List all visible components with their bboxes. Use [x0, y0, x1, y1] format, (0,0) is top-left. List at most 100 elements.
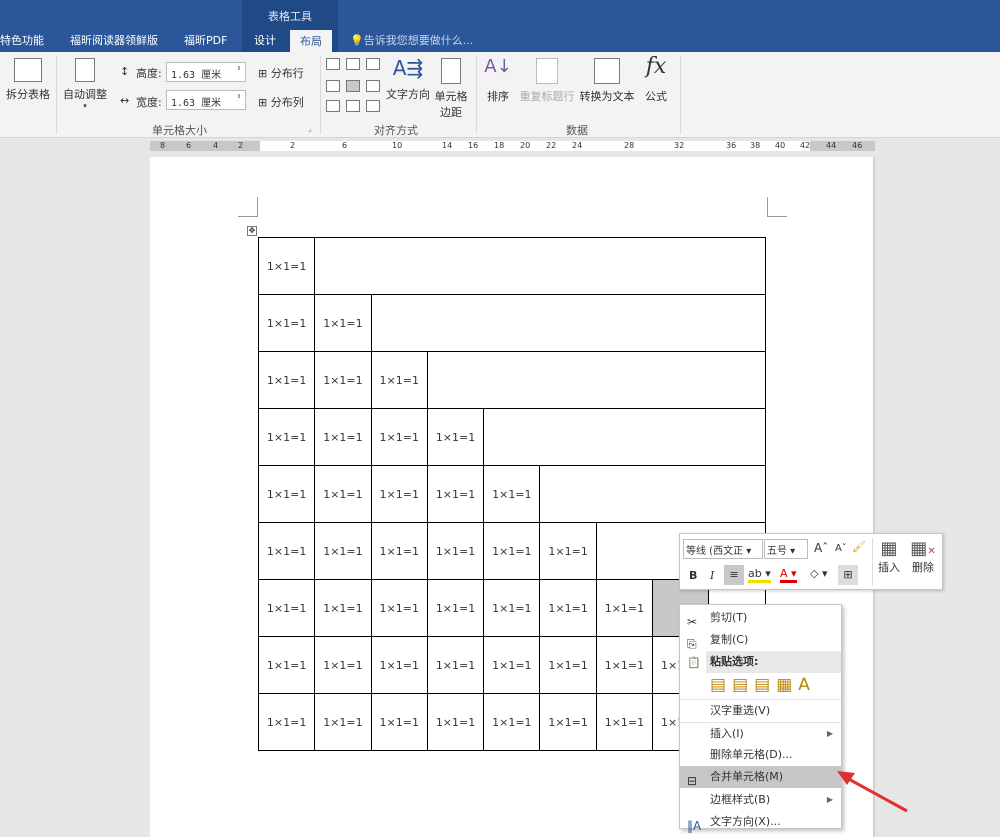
- table-cell[interactable]: 1×1=1: [370, 351, 428, 409]
- align-bottom-left[interactable]: [326, 100, 340, 112]
- height-input[interactable]: 1.63 厘米 ⇕: [166, 62, 246, 82]
- table-cell[interactable]: 1×1=1: [595, 693, 654, 751]
- table-cell[interactable]: 1×1=1: [370, 579, 428, 637]
- highlight-icon[interactable]: ab ▾: [748, 567, 771, 583]
- table-cell[interactable]: 1×1=1: [595, 579, 654, 637]
- shrink-font-icon[interactable]: Aˇ: [835, 543, 847, 554]
- table-cell[interactable]: 1×1=1: [370, 636, 428, 694]
- menu-cut[interactable]: ✂ 剪切(T): [680, 607, 841, 629]
- horizontal-ruler[interactable]: 8 6 4 2 2 6 10 14 16 18 20 22 24 28 32 36 38 40 42 44 46: [150, 141, 875, 151]
- merged-cell[interactable]: [370, 294, 766, 352]
- menu-reconvert[interactable]: 汉字重选(V): [680, 699, 841, 721]
- menu-delete-cells[interactable]: 删除单元格(D)...: [680, 744, 841, 766]
- cell-margins-button[interactable]: 单元格 边距: [432, 58, 470, 120]
- insert-button[interactable]: ▦ 插入: [874, 538, 904, 575]
- italic-button[interactable]: I: [710, 569, 714, 582]
- align-middle-left[interactable]: [326, 80, 340, 92]
- table-cell[interactable]: 1×1=1: [370, 465, 428, 523]
- merged-cell[interactable]: [314, 237, 766, 295]
- repeat-header-button[interactable]: 重复标题行: [518, 58, 576, 104]
- tab-design[interactable]: 设计: [254, 32, 276, 48]
- dialog-launcher-icon[interactable]: ⌟: [308, 124, 312, 133]
- align-middle-center[interactable]: [346, 80, 360, 92]
- delete-button[interactable]: ▦✕ 删除: [908, 538, 938, 575]
- menu-merge-cells[interactable]: ⊟ 合并单元格(M): [680, 766, 841, 788]
- table-cell[interactable]: 1×1=1: [314, 408, 372, 466]
- tab-foxit-pdf[interactable]: 福昕PDF: [184, 32, 227, 48]
- table-cell[interactable]: 1×1=1: [314, 636, 372, 694]
- table-cell[interactable]: 1×1=1: [314, 522, 372, 580]
- table-cell[interactable]: 1×1=1: [426, 408, 485, 466]
- format-painter-icon[interactable]: 🖌: [852, 540, 866, 553]
- align-top-center[interactable]: [346, 58, 360, 70]
- paste-option-buttons[interactable]: ▤▤▤▦A: [710, 675, 816, 695]
- table-cell[interactable]: 1×1=1: [314, 351, 372, 409]
- autofit-button[interactable]: 自动调整 ▾: [60, 58, 110, 110]
- table-cell[interactable]: 1×1=1: [426, 693, 485, 751]
- convert-to-text-button[interactable]: 转换为文本: [578, 58, 636, 104]
- align-top-right[interactable]: [366, 58, 380, 70]
- table-cell[interactable]: 1×1=1: [426, 636, 485, 694]
- table-cell[interactable]: 1×1=1: [257, 351, 316, 409]
- table-cell[interactable]: 1×1=1: [257, 579, 316, 637]
- table-cell[interactable]: 1×1=1: [370, 408, 428, 466]
- table-cell[interactable]: 1×1=1: [257, 522, 316, 580]
- table-cell[interactable]: 1×1=1: [314, 465, 372, 523]
- table-cell[interactable]: 1×1=1: [539, 636, 597, 694]
- tab-foxit-reader[interactable]: 福昕阅读器领鲜版: [70, 32, 158, 48]
- table-move-handle[interactable]: ✥: [247, 226, 257, 236]
- center-align-icon[interactable]: ≡: [724, 565, 744, 585]
- grow-font-icon[interactable]: Aˆ: [814, 541, 828, 555]
- table-cell[interactable]: 1×1=1: [539, 693, 597, 751]
- align-top-left[interactable]: [326, 58, 340, 70]
- table-cell[interactable]: 1×1=1: [426, 465, 485, 523]
- table-cell[interactable]: 1×1=1: [483, 579, 541, 637]
- table-cell[interactable]: 1×1=1: [370, 522, 428, 580]
- split-table-button[interactable]: 拆分表格: [4, 58, 52, 102]
- menu-insert[interactable]: 插入(I) ▶: [680, 722, 841, 744]
- merged-cell[interactable]: [426, 351, 766, 409]
- menu-text-direction[interactable]: ‖A 文字方向(X)...: [680, 811, 841, 833]
- tab-features[interactable]: 特色功能: [0, 32, 44, 48]
- table-cell[interactable]: 1×1=1: [539, 522, 597, 580]
- table-cell[interactable]: 1×1=1: [370, 693, 428, 751]
- distribute-rows-button[interactable]: ⊞ 分布行: [258, 65, 304, 81]
- font-size-select[interactable]: 五号 ▾: [764, 539, 808, 559]
- table-cell[interactable]: 1×1=1: [483, 522, 541, 580]
- table-cell[interactable]: 1×1=1: [314, 294, 372, 352]
- table-cell[interactable]: 1×1=1: [483, 693, 541, 751]
- table-cell[interactable]: 1×1=1: [257, 294, 316, 352]
- table-cell[interactable]: 1×1=1: [314, 693, 372, 751]
- table-cell[interactable]: 1×1=1: [257, 465, 316, 523]
- font-color-icon[interactable]: A ▾: [780, 567, 797, 583]
- table-cell[interactable]: 1×1=1: [257, 237, 316, 295]
- formula-button[interactable]: fx 公式: [642, 54, 670, 104]
- tell-me-box[interactable]: 💡告诉我您想要做什么...: [350, 32, 473, 48]
- table-cell[interactable]: 1×1=1: [257, 693, 316, 751]
- table-cell[interactable]: 1×1=1: [257, 636, 316, 694]
- distribute-cols-button[interactable]: ⊞ 分布列: [258, 94, 304, 110]
- table-cell[interactable]: 1×1=1: [426, 522, 485, 580]
- table-cell[interactable]: 1×1=1: [257, 408, 316, 466]
- table-cell[interactable]: 1×1=1: [426, 579, 485, 637]
- width-input[interactable]: 1.63 厘米 ⇕: [166, 90, 246, 110]
- table-cell[interactable]: 1×1=1: [314, 579, 372, 637]
- text-direction-button[interactable]: A⇶ 文字方向: [384, 56, 432, 102]
- table-cell[interactable]: 1×1=1: [483, 465, 541, 523]
- table-cell[interactable]: 1×1=1: [595, 636, 654, 694]
- font-select[interactable]: 等线 (西文正 ▾: [683, 539, 763, 559]
- align-bottom-center[interactable]: [346, 100, 360, 112]
- tab-layout[interactable]: 布局: [290, 30, 332, 52]
- align-bottom-right[interactable]: [366, 100, 380, 112]
- sort-button[interactable]: A↓ 排序: [482, 56, 514, 104]
- merged-cell[interactable]: [483, 408, 766, 466]
- shading-icon[interactable]: ◇ ▾: [810, 567, 827, 580]
- table-cell[interactable]: 1×1=1: [539, 579, 597, 637]
- bold-button[interactable]: B: [689, 569, 697, 582]
- merged-cell[interactable]: [539, 465, 766, 523]
- menu-border-styles[interactable]: 边框样式(B) ▶: [680, 789, 841, 811]
- align-middle-right[interactable]: [366, 80, 380, 92]
- table-cell[interactable]: 1×1=1: [483, 636, 541, 694]
- menu-copy[interactable]: ⎘ 复制(C): [680, 629, 841, 651]
- borders-icon[interactable]: ⊞: [838, 565, 858, 585]
